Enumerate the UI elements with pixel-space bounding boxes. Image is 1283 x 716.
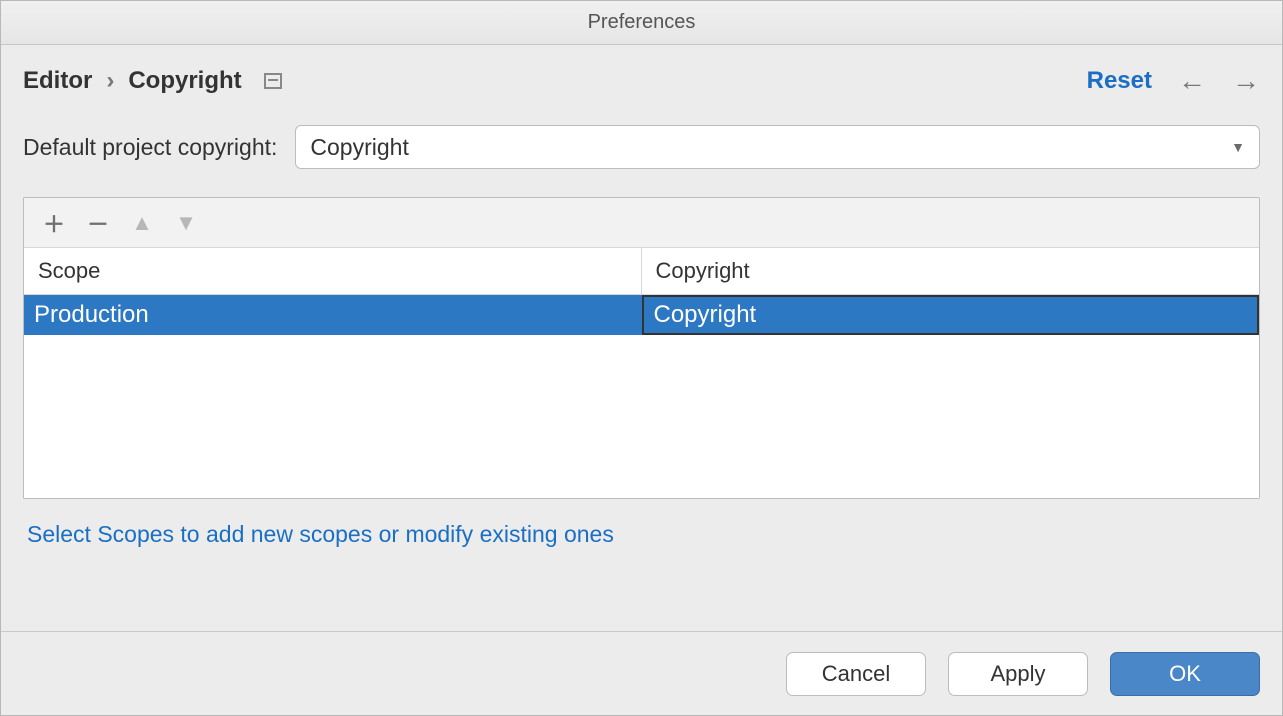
- header-row: Editor › Copyright Reset ← →: [23, 67, 1260, 95]
- cell-copyright[interactable]: Copyright: [642, 295, 1260, 335]
- default-copyright-field: Default project copyright: Copyright ▼: [23, 125, 1260, 169]
- add-button[interactable]: ＋: [36, 205, 72, 241]
- scopes-table: ＋ － ▲ ▼ Scope Copyright Production Copyr…: [23, 197, 1260, 499]
- reset-button[interactable]: Reset: [1087, 67, 1152, 95]
- minus-icon: －: [87, 207, 109, 239]
- triangle-down-icon: ▼: [175, 210, 197, 236]
- ok-button[interactable]: OK: [1110, 652, 1260, 696]
- breadcrumb-copyright[interactable]: Copyright: [128, 67, 241, 95]
- table-header: Scope Copyright: [24, 248, 1259, 295]
- back-arrow-icon[interactable]: ←: [1178, 67, 1206, 95]
- default-copyright-value: Copyright: [310, 134, 408, 161]
- chevron-right-icon: ›: [106, 67, 114, 95]
- forward-arrow-icon[interactable]: →: [1232, 67, 1260, 95]
- cancel-button[interactable]: Cancel: [786, 652, 926, 696]
- breadcrumb-editor[interactable]: Editor: [23, 67, 92, 95]
- column-copyright[interactable]: Copyright: [642, 248, 1260, 294]
- table-body: Production Copyright: [24, 295, 1259, 498]
- apply-button[interactable]: Apply: [948, 652, 1088, 696]
- window-title: Preferences: [1, 1, 1282, 45]
- default-copyright-label: Default project copyright:: [23, 134, 277, 161]
- table-row[interactable]: Production Copyright: [24, 295, 1259, 335]
- table-toolbar: ＋ － ▲ ▼: [24, 198, 1259, 248]
- header-actions: Reset ← →: [1087, 67, 1260, 95]
- default-copyright-select[interactable]: Copyright ▼: [295, 125, 1260, 169]
- plus-icon: ＋: [43, 207, 65, 239]
- chevron-down-icon: ▼: [1231, 139, 1245, 155]
- remove-button[interactable]: －: [80, 205, 116, 241]
- breadcrumb: Editor › Copyright: [23, 67, 282, 95]
- move-down-button[interactable]: ▼: [168, 205, 204, 241]
- content-pane: Editor › Copyright Reset ← → Default pro…: [1, 45, 1282, 631]
- link-row: Select Scopes to add new scopes or modif…: [23, 499, 1260, 572]
- project-scope-icon: [264, 73, 282, 89]
- triangle-up-icon: ▲: [131, 210, 153, 236]
- move-up-button[interactable]: ▲: [124, 205, 160, 241]
- cell-scope[interactable]: Production: [24, 295, 642, 335]
- column-scope[interactable]: Scope: [24, 248, 642, 294]
- select-scopes-link[interactable]: Select Scopes to add new scopes or modif…: [27, 521, 614, 547]
- dialog-footer: Cancel Apply OK: [1, 631, 1282, 715]
